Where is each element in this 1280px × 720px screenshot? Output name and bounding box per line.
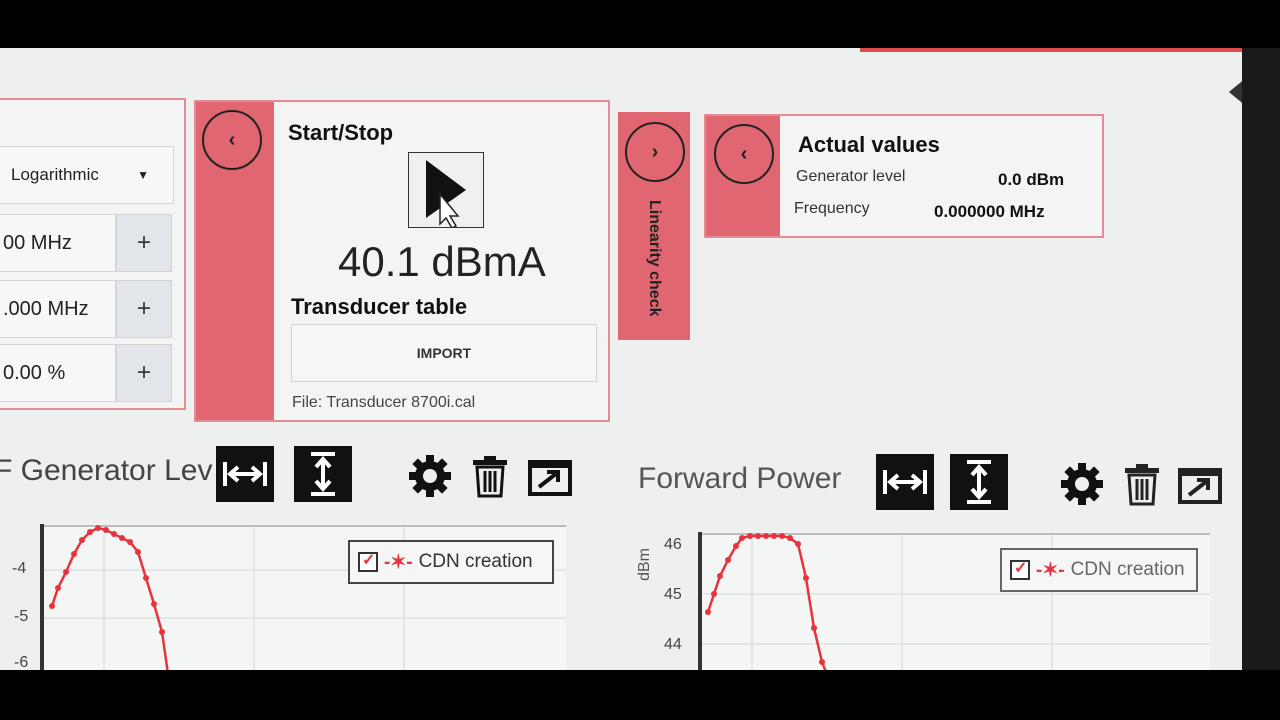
collapse-chevron-icon[interactable] bbox=[1226, 70, 1242, 119]
chart1-fit-vertical-button[interactable] bbox=[294, 446, 352, 502]
import-label: IMPORT bbox=[416, 345, 472, 361]
legend-series-marker-icon: -✶- bbox=[384, 551, 413, 573]
chart1-series-line bbox=[50, 526, 169, 670]
fit-vertical-icon bbox=[967, 460, 991, 504]
chart2-ylabel: dBm bbox=[636, 548, 653, 581]
chart2-export-button[interactable] bbox=[1176, 460, 1224, 508]
export-icon bbox=[528, 460, 572, 496]
chart1-fit-horizontal-button[interactable] bbox=[216, 446, 274, 502]
chart1-legend-label: CDN creation bbox=[418, 551, 533, 572]
start-frequency-plus-button[interactable]: + bbox=[116, 214, 172, 272]
chevron-left-icon: ‹ bbox=[740, 142, 748, 165]
actual-values-panel: ‹ Actual values Generator level 0.0 dBm … bbox=[704, 114, 1104, 238]
plus-label: + bbox=[136, 295, 151, 322]
collapse-actual-button[interactable]: ‹ bbox=[714, 124, 774, 184]
frequency-value: 0.000000 MHz bbox=[934, 202, 1045, 221]
plus-label: + bbox=[136, 229, 151, 256]
legend-checkbox[interactable]: ✓ bbox=[1010, 560, 1030, 580]
start-stop-panel: ‹ Start/Stop 40.1 dBmA Transducer table … bbox=[194, 100, 610, 422]
chart2-fit-vertical-button[interactable] bbox=[950, 454, 1008, 510]
transducer-file-label: File: Transducer 8700i.cal bbox=[292, 394, 476, 411]
gear-icon bbox=[1061, 463, 1103, 505]
chart2-delete-button[interactable] bbox=[1118, 460, 1166, 508]
play-icon bbox=[426, 160, 466, 228]
fit-horizontal-icon bbox=[223, 462, 267, 486]
legend-series-marker-icon: -✶- bbox=[1036, 559, 1065, 581]
chevron-right-icon: › bbox=[651, 140, 659, 163]
chart1-plot-area: ✓ -✶- CDN creation bbox=[40, 524, 566, 670]
trash-icon bbox=[1125, 464, 1159, 506]
export-icon bbox=[1178, 468, 1222, 504]
monitor-bezel bbox=[1242, 48, 1280, 670]
plus-label: + bbox=[136, 359, 151, 386]
fit-horizontal-icon bbox=[883, 470, 927, 494]
collapse-left-button[interactable]: ‹ bbox=[202, 110, 262, 170]
trash-icon bbox=[473, 456, 507, 498]
start-stop-button[interactable] bbox=[408, 152, 484, 228]
scale-select[interactable]: Logarithmic ▼ bbox=[0, 146, 174, 204]
generator-level-value: 0.0 dBm bbox=[998, 170, 1065, 189]
measured-reading: 40.1 dBmA bbox=[338, 238, 546, 285]
actual-values-title: Actual values bbox=[798, 132, 940, 157]
chart1-title: F Generator Lev bbox=[0, 454, 213, 487]
chart2-fit-horizontal-button[interactable] bbox=[876, 454, 934, 510]
chart2-settings-button[interactable] bbox=[1058, 460, 1106, 508]
chart2-series-line bbox=[706, 534, 827, 670]
start-frequency-value: 00 MHz bbox=[3, 231, 72, 254]
accent-line bbox=[860, 48, 1242, 52]
frequency-label: Frequency bbox=[794, 200, 870, 217]
app-screen: Logarithmic ▼ 00 MHz + .000 MHz + 0.00 %… bbox=[0, 48, 1242, 670]
chart1-settings-button[interactable] bbox=[406, 452, 454, 500]
chart2-plot-area: ✓ -✶- CDN creation bbox=[698, 532, 1210, 670]
chart2-legend[interactable]: ✓ -✶- CDN creation bbox=[1000, 548, 1198, 592]
chart2-legend-label: CDN creation bbox=[1070, 559, 1185, 580]
step-plus-button[interactable]: + bbox=[116, 344, 172, 402]
step-value: 0.00 % bbox=[3, 361, 66, 384]
generator-level-label: Generator level bbox=[796, 168, 906, 185]
chart2-ytick: 45 bbox=[664, 586, 682, 603]
step-field[interactable]: 0.00 % bbox=[0, 344, 116, 402]
chart2-ytick: 44 bbox=[664, 636, 682, 653]
chart2-ytick: 46 bbox=[664, 536, 682, 553]
linearity-check-label: Linearity check bbox=[646, 200, 663, 317]
chart1-legend[interactable]: ✓ -✶- CDN creation bbox=[348, 540, 554, 584]
start-stop-title: Start/Stop bbox=[288, 120, 394, 145]
import-button[interactable]: IMPORT bbox=[291, 324, 597, 382]
expand-linearity-button[interactable]: › bbox=[625, 122, 685, 182]
dropdown-arrow-icon: ▼ bbox=[137, 168, 149, 182]
gear-icon bbox=[409, 455, 451, 497]
fit-vertical-icon bbox=[311, 452, 335, 496]
settings-panel: Logarithmic ▼ 00 MHz + .000 MHz + 0.00 %… bbox=[0, 98, 186, 410]
chart1-ytick: -5 bbox=[14, 608, 29, 625]
stop-frequency-value: .000 MHz bbox=[3, 297, 89, 320]
chart2-title: Forward Power bbox=[638, 462, 842, 495]
linearity-check-panel[interactable]: › Linearity check bbox=[618, 112, 690, 340]
stop-frequency-field[interactable]: .000 MHz bbox=[0, 280, 116, 338]
transducer-title: Transducer table bbox=[291, 294, 468, 319]
start-frequency-field[interactable]: 00 MHz bbox=[0, 214, 116, 272]
scale-select-value: Logarithmic bbox=[11, 165, 99, 184]
chart1-delete-button[interactable] bbox=[466, 452, 514, 500]
chevron-left-icon: ‹ bbox=[228, 128, 236, 151]
chart1-export-button[interactable] bbox=[526, 452, 574, 500]
stop-frequency-plus-button[interactable]: + bbox=[116, 280, 172, 338]
legend-checkbox[interactable]: ✓ bbox=[358, 552, 378, 572]
chart1-ytick: -4 bbox=[12, 560, 27, 577]
chart1-ytick: -6 bbox=[14, 654, 29, 670]
